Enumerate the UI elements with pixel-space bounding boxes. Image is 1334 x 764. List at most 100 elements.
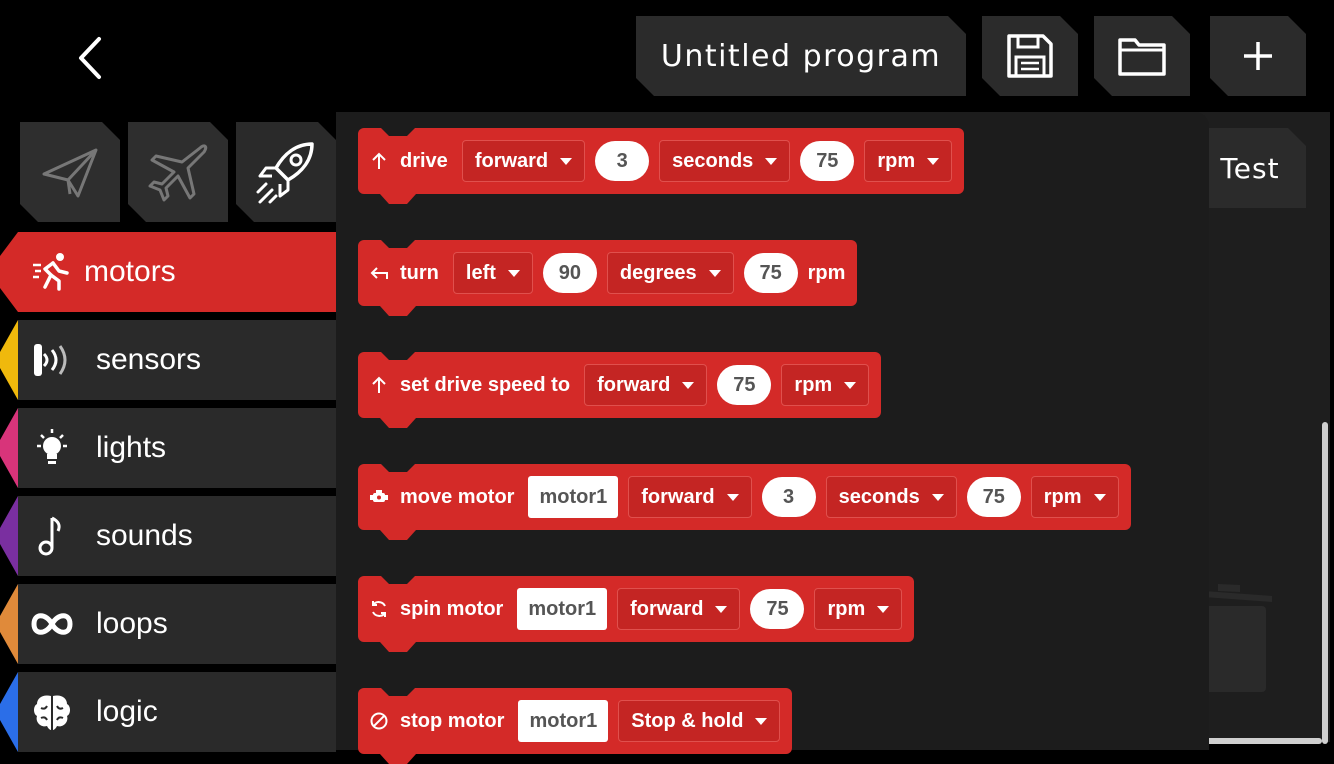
unit-dropdown[interactable]: seconds xyxy=(825,476,957,518)
category-sounds[interactable]: sounds xyxy=(0,496,336,576)
dropdown-value: rpm xyxy=(877,149,916,172)
speed-unit-dropdown[interactable]: rpm xyxy=(1030,476,1119,518)
unit-dropdown[interactable]: seconds xyxy=(659,140,791,182)
save-icon xyxy=(1006,33,1054,79)
block-label: drive xyxy=(400,149,448,172)
mode-rocket[interactable] xyxy=(236,122,336,222)
direction-dropdown[interactable]: left xyxy=(452,252,533,294)
caret-down-icon xyxy=(682,381,695,389)
dropdown-value: degrees xyxy=(619,261,697,284)
category-loops[interactable]: loops xyxy=(0,584,336,664)
stop-icon xyxy=(370,712,388,730)
motor-select[interactable]: motor1 xyxy=(517,588,608,630)
direction-dropdown[interactable]: forward xyxy=(617,588,741,630)
unit-dropdown[interactable]: degrees xyxy=(606,252,734,294)
category-label: motors xyxy=(84,255,176,288)
caret-down-icon xyxy=(877,605,890,613)
category-sensors[interactable]: sensors xyxy=(0,320,336,400)
spin-icon xyxy=(370,600,388,618)
category-accent xyxy=(0,408,18,488)
motor-select[interactable]: motor1 xyxy=(528,476,619,518)
block-stop-motor[interactable]: stop motor motor1 Stop & hold xyxy=(358,688,793,754)
back-button[interactable] xyxy=(60,30,120,86)
block-label: move motor xyxy=(400,485,515,508)
category-lights[interactable]: lights xyxy=(0,408,336,488)
block-turn[interactable]: turn left 90 degrees 75 rpm xyxy=(358,240,858,306)
speed-unit-dropdown[interactable]: rpm xyxy=(814,588,903,630)
motor-select[interactable]: motor1 xyxy=(518,700,609,742)
loop-icon xyxy=(30,602,74,646)
speed-unit-dropdown[interactable]: rpm xyxy=(781,364,870,406)
chevron-left-icon xyxy=(79,37,101,79)
category-accent xyxy=(0,496,18,576)
speed-input[interactable]: 75 xyxy=(717,365,772,405)
amount-input[interactable]: 90 xyxy=(542,253,597,293)
caret-down-icon xyxy=(844,381,857,389)
workspace-hscrollbar[interactable] xyxy=(1190,738,1322,744)
block-drive[interactable]: drive forward 3 seconds 75 rpm xyxy=(358,128,965,194)
dropdown-value: forward xyxy=(630,597,704,620)
airplane-icon xyxy=(128,122,228,222)
category-accent xyxy=(0,320,18,400)
category-motors[interactable]: motors xyxy=(0,232,336,312)
mode-paper-plane[interactable] xyxy=(20,122,120,222)
stop-mode-dropdown[interactable]: Stop & hold xyxy=(618,700,781,742)
dropdown-value: seconds xyxy=(672,149,754,172)
caret-down-icon xyxy=(726,493,739,501)
speed-unit-dropdown[interactable]: rpm xyxy=(864,140,953,182)
music-note-icon xyxy=(30,514,74,558)
speed-input[interactable]: 75 xyxy=(966,477,1021,517)
block-spin-motor[interactable]: spin motor motor1 forward 75 rpm xyxy=(358,576,915,642)
direction-dropdown[interactable]: forward xyxy=(461,140,586,182)
speed-input[interactable]: 75 xyxy=(743,253,798,293)
dropdown-value: rpm xyxy=(1043,485,1082,508)
dropdown-value: Stop & hold xyxy=(631,709,744,732)
block-label: spin motor xyxy=(400,597,504,620)
caret-down-icon xyxy=(715,605,728,613)
lightbulb-icon xyxy=(30,426,74,470)
block-palette xyxy=(336,112,1209,750)
block-label: stop motor xyxy=(400,709,505,732)
mode-airplane[interactable] xyxy=(128,122,228,222)
caret-down-icon xyxy=(1093,493,1106,501)
amount-input[interactable]: 3 xyxy=(761,477,816,517)
block-set-drive-speed[interactable]: set drive speed to forward 75 rpm xyxy=(358,352,882,418)
motor-icon xyxy=(370,488,388,506)
program-title: Untitled program xyxy=(660,38,942,74)
category-accent xyxy=(0,672,18,752)
arrow-up-icon xyxy=(370,152,388,170)
direction-dropdown[interactable]: forward xyxy=(628,476,752,518)
caret-down-icon xyxy=(765,157,778,165)
folder-icon xyxy=(1117,35,1167,77)
block-move-motor[interactable]: move motor motor1 forward 3 seconds 75 r… xyxy=(358,464,1131,530)
new-program-button[interactable] xyxy=(1210,16,1306,96)
caret-down-icon xyxy=(927,157,940,165)
save-button[interactable] xyxy=(982,16,1078,96)
direction-dropdown[interactable]: forward xyxy=(584,364,708,406)
dropdown-value: rpm xyxy=(827,597,866,620)
dropdown-value: seconds xyxy=(838,485,920,508)
block-label: turn xyxy=(400,261,439,284)
caret-down-icon xyxy=(507,269,520,277)
workspace-scrollbar[interactable] xyxy=(1322,422,1328,744)
rocket-icon xyxy=(236,122,336,222)
amount-input[interactable]: 3 xyxy=(595,141,650,181)
category-accent xyxy=(0,584,18,664)
caret-down-icon xyxy=(755,717,768,725)
arrow-up-icon xyxy=(370,376,388,394)
brain-icon xyxy=(30,690,74,734)
sensor-icon xyxy=(30,338,74,382)
dropdown-value: rpm xyxy=(794,373,833,396)
dropdown-value: forward xyxy=(641,485,715,508)
open-button[interactable] xyxy=(1094,16,1190,96)
caret-down-icon xyxy=(560,157,573,165)
speed-input[interactable]: 75 xyxy=(800,141,855,181)
turn-left-icon xyxy=(370,264,388,282)
category-label: loops xyxy=(96,607,168,640)
plus-icon xyxy=(1242,40,1274,72)
category-logic[interactable]: logic xyxy=(0,672,336,752)
running-icon xyxy=(30,250,74,294)
speed-input[interactable]: 75 xyxy=(750,589,805,629)
program-title-button[interactable]: Untitled program xyxy=(636,16,966,96)
category-label: logic xyxy=(96,695,158,728)
